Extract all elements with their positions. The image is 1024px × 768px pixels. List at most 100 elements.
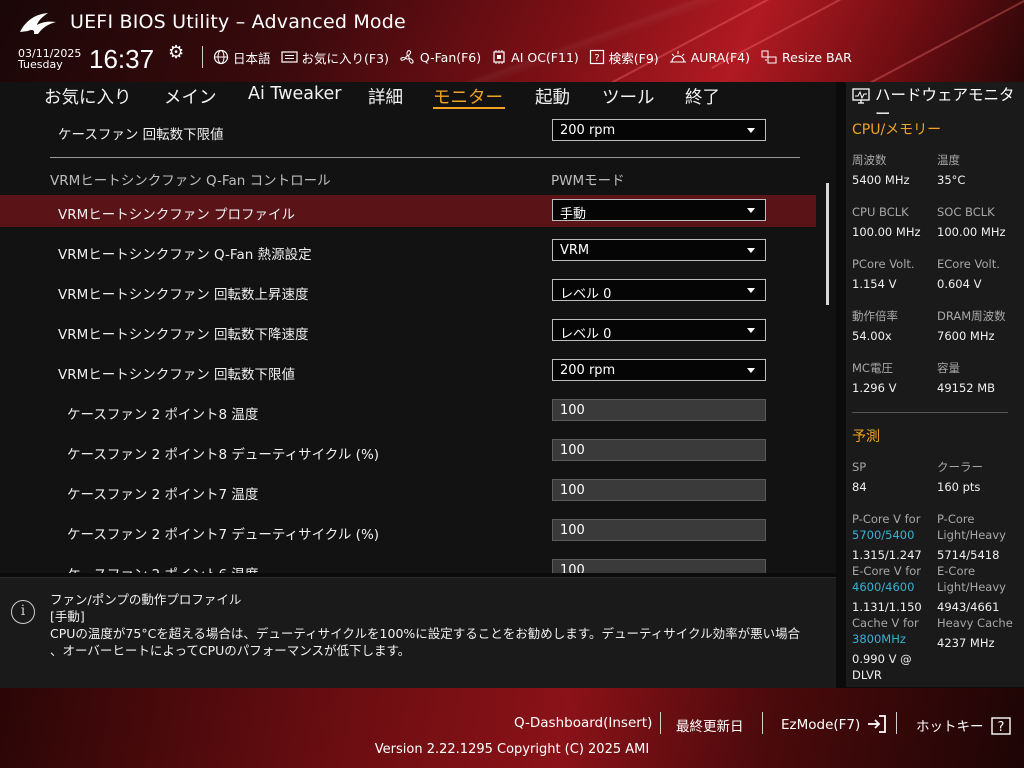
ecore-volt-label: ECore Volt. xyxy=(937,257,1000,271)
mc-voltage-value: 1.296 V xyxy=(852,381,897,395)
frequency-label: 周波数 xyxy=(852,153,887,167)
cache-v-freq: 3800MHz xyxy=(852,632,906,646)
setting-label: ケースファン 2 ポイント8 温度 xyxy=(67,407,259,423)
pcore-lh-label-2: Light/Heavy xyxy=(937,528,1006,542)
aura-icon xyxy=(669,51,686,63)
vrm-profile-dropdown[interactable]: 手動 xyxy=(552,199,766,222)
dropdown-value: 200 rpm xyxy=(560,363,616,378)
footer-separator xyxy=(660,712,661,734)
resize-bar-icon xyxy=(761,50,777,64)
cpu-memory-section-title: CPU/メモリー xyxy=(852,122,942,138)
pcore-lh-value: 5714/5418 xyxy=(937,548,1000,562)
ezmode-button[interactable]: EzMode(F7) xyxy=(781,715,887,733)
setting-row-vrm-heat-source[interactable]: VRMヒートシンクファン Q-Fan 熱源設定 VRM xyxy=(0,235,816,267)
ai-oc-button[interactable]: AI OC(F11) xyxy=(491,49,579,65)
ecore-v-label: E-Core V for xyxy=(852,564,922,578)
vrm-heat-source-dropdown[interactable]: VRM xyxy=(552,239,766,261)
globe-icon xyxy=(213,49,229,65)
tab-monitor[interactable]: モニター xyxy=(433,84,503,109)
pcore-v-freq: 5700/5400 xyxy=(852,528,915,542)
aura-button[interactable]: AURA(F4) xyxy=(669,49,750,65)
point7-temp-input[interactable]: 100 xyxy=(552,479,766,501)
hotkeys-button[interactable]: ホットキー ? xyxy=(916,715,1011,735)
setting-row-point8-temp[interactable]: ケースファン 2 ポイント8 温度 100 xyxy=(0,395,816,427)
section-title: VRMヒートシンクファン Q-Fan コントロール xyxy=(50,173,331,189)
toolbar-separator xyxy=(202,46,203,68)
rog-logo xyxy=(20,13,56,34)
setting-label: ケースファン 2 ポイント7 温度 xyxy=(67,487,259,503)
settings-scrollbar[interactable] xyxy=(826,183,829,305)
setting-row-point7-duty[interactable]: ケースファン 2 ポイント7 デューティサイクル (%) 100 xyxy=(0,515,816,547)
app-title: UEFI BIOS Utility – Advanced Mode xyxy=(70,11,406,33)
input-value: 100 xyxy=(560,403,585,418)
pcore-v-label: P-Core V for xyxy=(852,512,921,526)
capacity-value: 49152 MB xyxy=(937,381,996,395)
soc-bclk-value: 100.00 MHz xyxy=(937,225,1006,239)
fan-icon xyxy=(400,49,414,64)
hotkeys-label: ホットキー xyxy=(916,719,984,735)
favorites-button[interactable]: お気に入り(F3) xyxy=(280,48,389,67)
tab-main[interactable]: メイン xyxy=(164,84,217,109)
help-description-line2: 、オーバーヒートによってCPUのパフォーマンスが低下します。 xyxy=(50,643,411,658)
resize-bar-button[interactable]: Resize BAR xyxy=(760,49,852,65)
search-button[interactable]: ? 検索(F9) xyxy=(589,48,659,67)
point8-duty-input[interactable]: 100 xyxy=(552,439,766,461)
sp-label: SP xyxy=(852,460,867,474)
heavy-cache-value: 4237 MHz xyxy=(937,636,995,650)
case-fan-min-dropdown[interactable]: 200 rpm xyxy=(552,119,766,141)
footer-separator xyxy=(762,712,763,734)
tab-tool[interactable]: ツール xyxy=(602,84,655,109)
ezmode-label: EzMode(F7) xyxy=(781,717,861,733)
setting-row-point8-duty[interactable]: ケースファン 2 ポイント8 デューティサイクル (%) 100 xyxy=(0,435,816,467)
exit-arrow-icon xyxy=(867,715,886,733)
dropdown-value: VRM xyxy=(560,243,590,258)
ecore-lh-label: E-Core xyxy=(937,564,976,578)
language-button[interactable]: 日本語 xyxy=(213,48,271,67)
q-dashboard-button[interactable]: Q-Dashboard(Insert) xyxy=(514,715,652,731)
point8-temp-input[interactable]: 100 xyxy=(552,399,766,421)
vrm-min-speed-dropdown[interactable]: 200 rpm xyxy=(552,359,766,381)
point6-temp-input[interactable]: 100 xyxy=(552,559,766,573)
tab-advanced[interactable]: 詳細 xyxy=(368,84,403,109)
qfan-button[interactable]: Q-Fan(F6) xyxy=(399,49,481,66)
tab-favorites[interactable]: お気に入り xyxy=(44,84,132,109)
input-value: 100 xyxy=(560,443,585,458)
chevron-down-icon xyxy=(747,328,755,333)
tab-ai-tweaker[interactable]: Ai Tweaker xyxy=(248,84,341,104)
header-decoration xyxy=(832,0,1024,82)
ratio-label: 動作倍率 xyxy=(852,309,898,323)
point7-duty-input[interactable]: 100 xyxy=(552,519,766,541)
cache-v-value-2: DLVR xyxy=(852,668,882,682)
setting-row-vrm-step-down[interactable]: VRMヒートシンクファン 回転数下降速度 レベル 0 xyxy=(0,315,816,347)
cooler-label: クーラー xyxy=(937,460,983,474)
tab-exit[interactable]: 終了 xyxy=(685,84,720,109)
active-tab-indicator xyxy=(433,107,505,109)
favorites-icon xyxy=(280,51,298,63)
setting-label: VRMヒートシンクファン プロファイル xyxy=(58,207,296,223)
top-toolbar: 日本語 お気に入り(F3) Q-Fan(F6) AI OC(F11) ? 検索(… xyxy=(200,46,852,68)
vrm-step-down-dropdown[interactable]: レベル 0 xyxy=(552,319,766,342)
settings-gear-icon[interactable]: ⚙ xyxy=(168,42,184,63)
setting-row-vrm-profile[interactable]: VRMヒートシンクファン プロファイル 手動 xyxy=(0,195,816,227)
setting-row-point7-temp[interactable]: ケースファン 2 ポイント7 温度 100 xyxy=(0,475,816,507)
input-value: 100 xyxy=(560,483,585,498)
hardware-monitor-panel: ハードウェアモニター CPU/メモリー 周波数 温度 5400 MHz 35°C… xyxy=(846,82,1024,687)
dram-frequency-value: 7600 MHz xyxy=(937,329,995,343)
setting-row-vrm-step-up[interactable]: VRMヒートシンクファン 回転数上昇速度 レベル 0 xyxy=(0,275,816,307)
svg-text:?: ? xyxy=(997,720,1004,735)
favorites-label: お気に入り(F3) xyxy=(301,50,389,66)
tab-boot[interactable]: 起動 xyxy=(535,84,570,109)
monitor-icon xyxy=(852,88,870,104)
capacity-label: 容量 xyxy=(937,361,960,375)
header-bar: UEFI BIOS Utility – Advanced Mode 03/11/… xyxy=(0,0,1024,82)
vrm-step-up-dropdown[interactable]: レベル 0 xyxy=(552,279,766,302)
last-modified-button[interactable]: 最終更新日 xyxy=(676,715,744,735)
setting-row-point6-temp[interactable]: ケースファン 2 ポイント6 温度 100 xyxy=(0,555,816,573)
version-text: Version 2.22.1295 Copyright (C) 2025 AMI xyxy=(374,742,650,757)
ecore-lh-value: 4943/4661 xyxy=(937,600,1000,614)
pcore-lh-label: P-Core xyxy=(937,512,975,526)
pcore-v-value: 1.315/1.247 xyxy=(852,548,922,562)
setting-row-vrm-min-speed[interactable]: VRMヒートシンクファン 回転数下限値 200 rpm xyxy=(0,355,816,387)
setting-row-case-fan-min[interactable]: ケースファン 回転数下限値 200 rpm xyxy=(0,115,816,147)
dropdown-value: レベル 0 xyxy=(560,287,612,302)
